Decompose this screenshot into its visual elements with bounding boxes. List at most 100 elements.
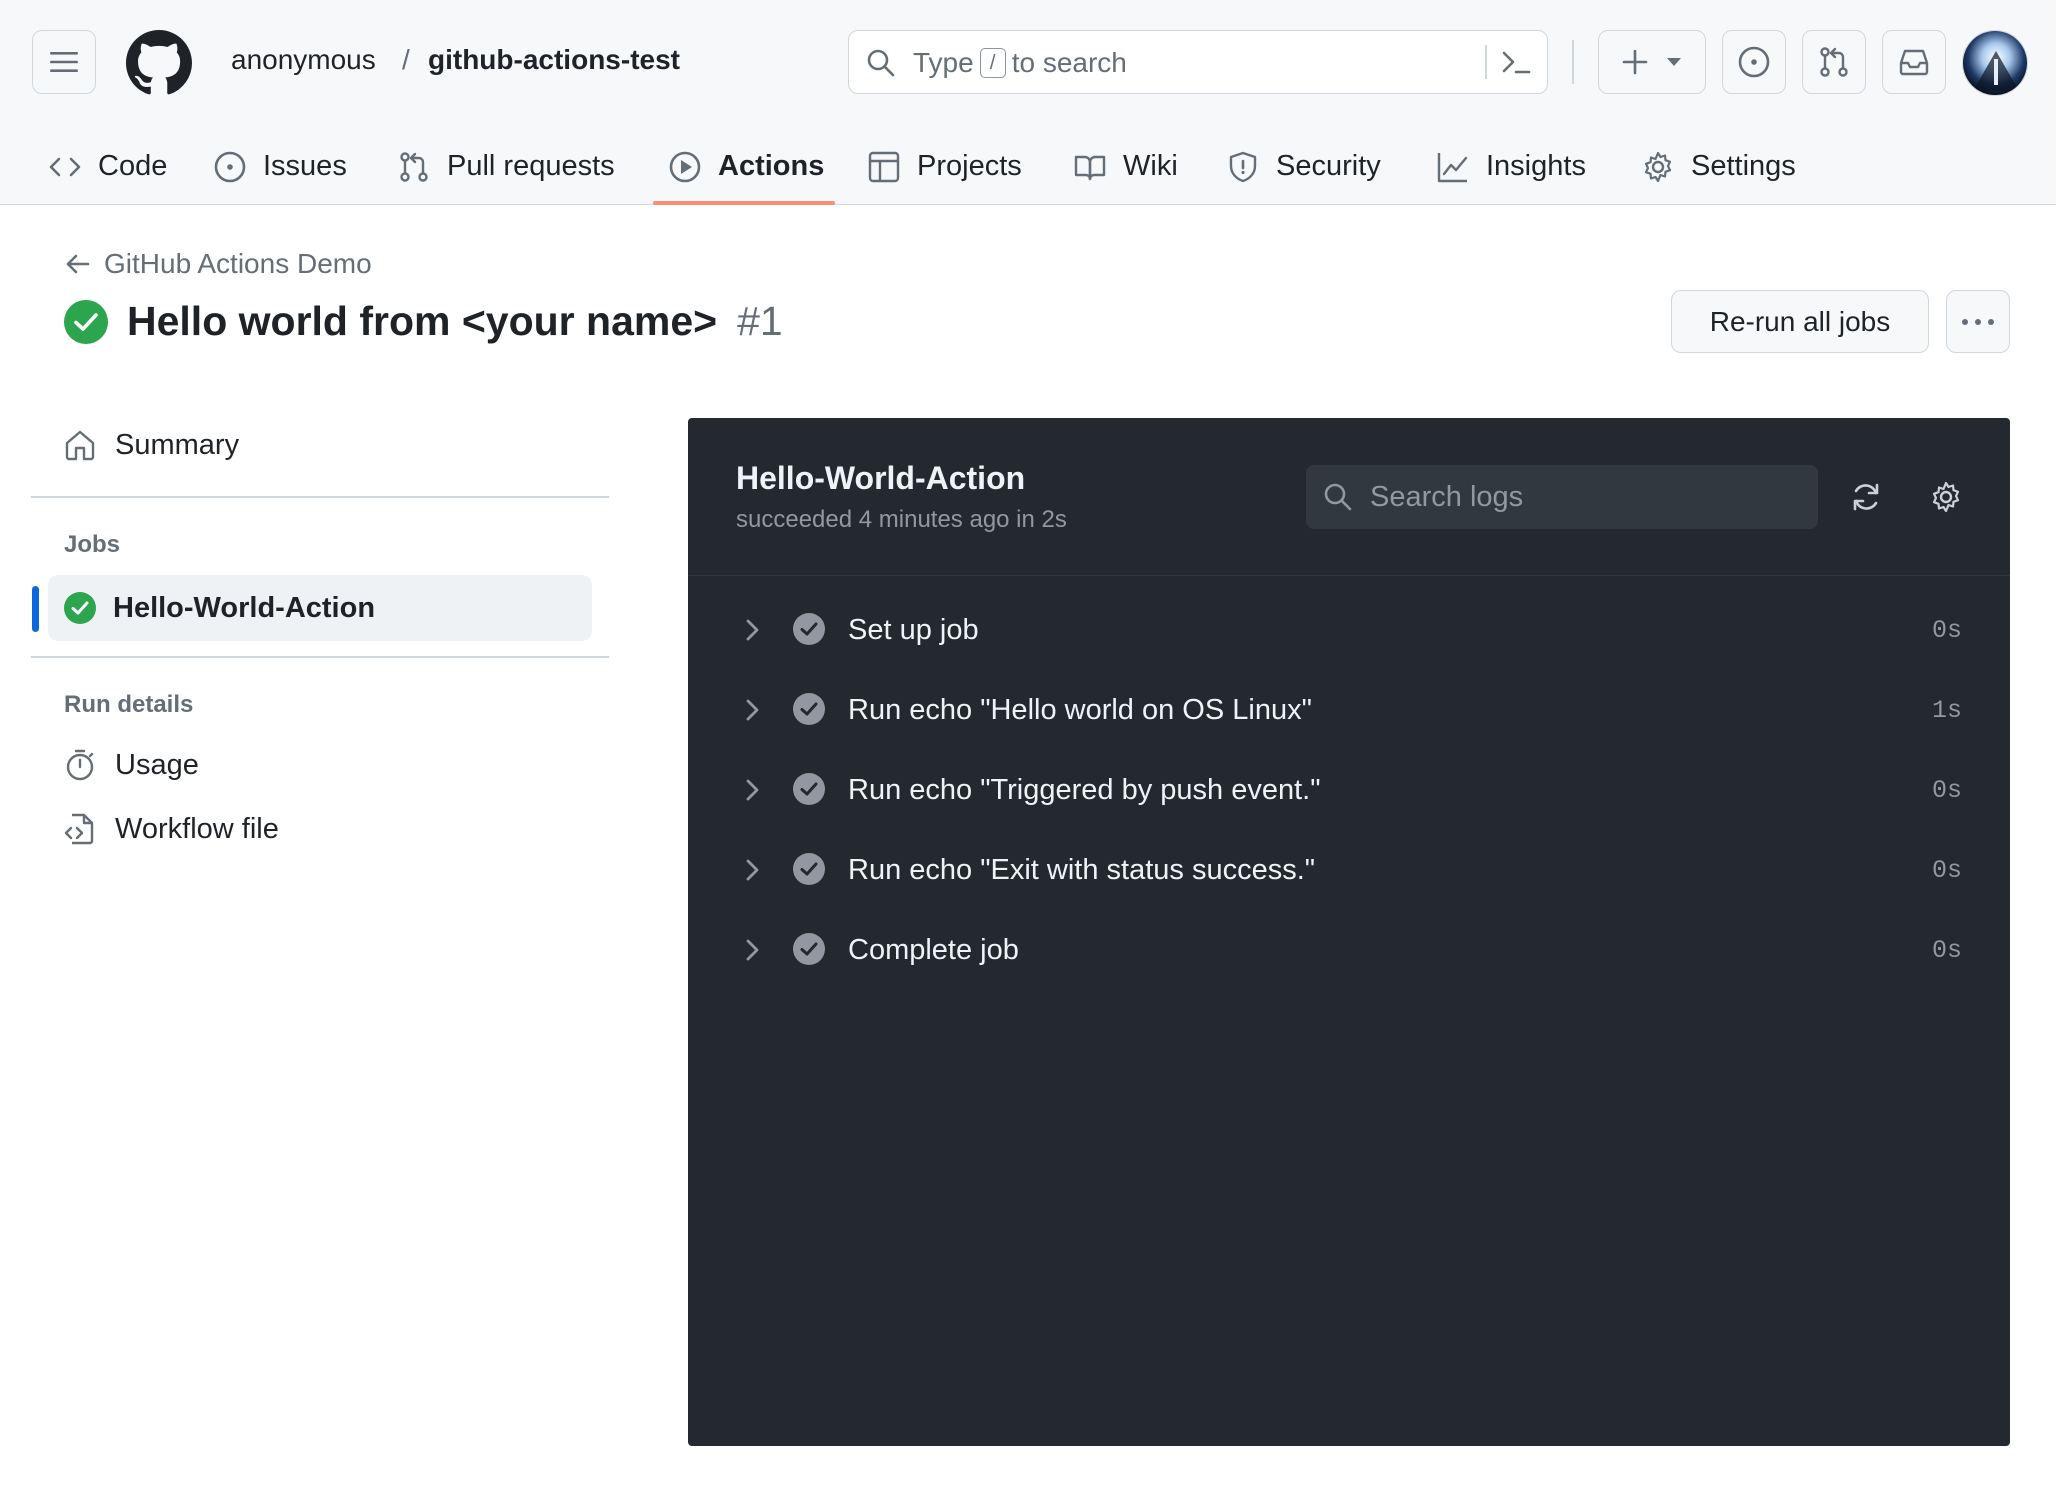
tab-projects-label: Projects	[917, 150, 1022, 182]
kebab-horizontal-icon	[1962, 318, 1994, 325]
check-circle-icon	[793, 693, 825, 725]
search-logs-input[interactable]	[1370, 480, 1790, 514]
search-icon	[867, 49, 895, 77]
graph-icon	[1437, 152, 1468, 182]
log-settings-button[interactable]	[1926, 477, 1966, 517]
file-code-icon	[64, 813, 94, 845]
tab-settings[interactable]: Settings	[1641, 128, 1796, 205]
check-circle-icon	[793, 933, 825, 965]
log-step-label: Run echo "Hello world on OS Linux"	[848, 694, 1312, 726]
tab-pull-requests[interactable]: Pull requests	[397, 128, 615, 205]
sidebar-item-usage-label: Usage	[115, 748, 199, 781]
log-step[interactable]: Run echo "Exit with status success." 0s	[688, 830, 2010, 910]
tab-pull-requests-label: Pull requests	[447, 150, 615, 182]
avatar[interactable]	[1962, 30, 2028, 96]
log-step[interactable]: Run echo "Triggered by push event." 0s	[688, 750, 2010, 830]
tab-code-label: Code	[98, 150, 168, 182]
pull-requests-button[interactable]	[1802, 30, 1866, 94]
sidebar-item-usage[interactable]: Usage	[63, 748, 199, 782]
play-icon	[669, 151, 701, 182]
stopwatch-icon	[66, 749, 94, 781]
sidebar-item-summary[interactable]: Summary	[63, 428, 239, 462]
tab-wiki[interactable]: Wiki	[1073, 128, 1178, 205]
tab-actions[interactable]: Actions	[668, 128, 824, 205]
log-step-duration: 0s	[1931, 776, 1962, 805]
shield-icon	[1229, 151, 1257, 182]
run-title-row: Hello world from <your name> #1	[63, 298, 783, 345]
log-step-label: Complete job	[848, 934, 1019, 966]
issue-opened-icon	[214, 151, 246, 182]
tab-issues[interactable]: Issues	[213, 128, 347, 205]
tab-settings-label: Settings	[1691, 150, 1796, 182]
issues-button[interactable]	[1722, 30, 1786, 94]
tab-projects[interactable]: Projects	[867, 128, 1022, 205]
chevron-right-icon	[746, 619, 759, 641]
arrow-left-icon	[66, 254, 90, 274]
inbox-icon	[1899, 49, 1929, 76]
tab-code[interactable]: Code	[48, 128, 167, 205]
back-link-label: GitHub Actions Demo	[104, 248, 372, 279]
sidebar-divider	[31, 656, 609, 658]
triangle-down-icon	[1667, 58, 1681, 66]
job-title: Hello-World-Action	[736, 460, 1026, 496]
refresh-button[interactable]	[1846, 477, 1886, 517]
sidebar-item-workflow-file[interactable]: Workflow file	[63, 812, 279, 846]
gear-icon	[1644, 151, 1672, 182]
create-new-button[interactable]	[1598, 30, 1706, 94]
breadcrumb-separator: /	[402, 44, 410, 75]
header-divider	[1572, 40, 1574, 84]
sync-icon	[1853, 483, 1879, 511]
sidebar-item-workflow-label: Workflow file	[115, 812, 279, 845]
git-pull-request-icon	[400, 151, 428, 182]
tab-insights[interactable]: Insights	[1436, 128, 1586, 205]
chevron-right-icon	[746, 779, 759, 801]
tab-security-label: Security	[1276, 150, 1381, 182]
sidebar-item-summary-label: Summary	[115, 428, 240, 461]
log-step-label: Set up job	[848, 614, 979, 646]
github-logo-icon[interactable]	[126, 30, 192, 96]
global-search-input[interactable]: Type / to search	[848, 30, 1548, 94]
check-circle-icon	[793, 853, 825, 885]
chevron-right-icon	[746, 699, 759, 721]
home-icon	[65, 430, 95, 461]
tab-security[interactable]: Security	[1226, 128, 1381, 205]
table-icon	[868, 151, 900, 182]
search-logs-field[interactable]	[1306, 465, 1818, 529]
log-step-label: Run echo "Triggered by push event."	[848, 774, 1321, 806]
sidebar-item-job[interactable]: Hello-World-Action	[48, 575, 592, 641]
job-log-panel: Hello-World-Action succeeded 4 minutes a…	[688, 418, 2010, 1446]
tab-actions-label: Actions	[718, 150, 825, 182]
breadcrumb-repo[interactable]: github-actions-test	[428, 44, 680, 76]
tab-insights-label: Insights	[1486, 150, 1586, 182]
sidebar-divider	[31, 496, 609, 498]
plus-icon	[1622, 49, 1648, 75]
chevron-right-icon	[746, 859, 759, 881]
check-circle-icon	[793, 773, 825, 805]
check-circle-fill-icon	[64, 592, 96, 624]
log-step[interactable]: Complete job 0s	[688, 910, 2010, 990]
rerun-all-jobs-button[interactable]: Re-run all jobs	[1671, 290, 1929, 353]
log-step[interactable]: Run echo "Hello world on OS Linux" 1s	[688, 670, 2010, 750]
breadcrumb-owner[interactable]: anonymous	[231, 44, 376, 76]
search-icon	[1324, 483, 1352, 511]
tab-wiki-label: Wiki	[1123, 150, 1178, 182]
back-to-workflow-link[interactable]: GitHub Actions Demo	[64, 248, 372, 280]
search-shortcut-key: /	[979, 48, 1006, 78]
user-avatar-icon	[1963, 31, 2027, 95]
inbox-button[interactable]	[1882, 30, 1946, 94]
log-step-duration: 0s	[1931, 616, 1962, 645]
menu-button[interactable]	[32, 30, 96, 94]
book-icon	[1074, 155, 1106, 180]
page-title: Hello world from <your name>	[127, 298, 718, 344]
log-step[interactable]: Set up job 0s	[688, 590, 2010, 670]
job-log-header: Hello-World-Action succeeded 4 minutes a…	[688, 418, 2010, 576]
git-pull-request-icon	[1820, 47, 1848, 77]
active-job-indicator	[32, 586, 39, 632]
more-options-button[interactable]	[1946, 290, 2010, 353]
check-circle-icon	[793, 613, 825, 645]
command-palette-icon[interactable]	[1499, 45, 1533, 79]
code-icon	[49, 157, 81, 176]
hamburger-icon	[50, 52, 78, 72]
log-step-duration: 0s	[1931, 856, 1962, 885]
run-number: #1	[737, 298, 783, 344]
